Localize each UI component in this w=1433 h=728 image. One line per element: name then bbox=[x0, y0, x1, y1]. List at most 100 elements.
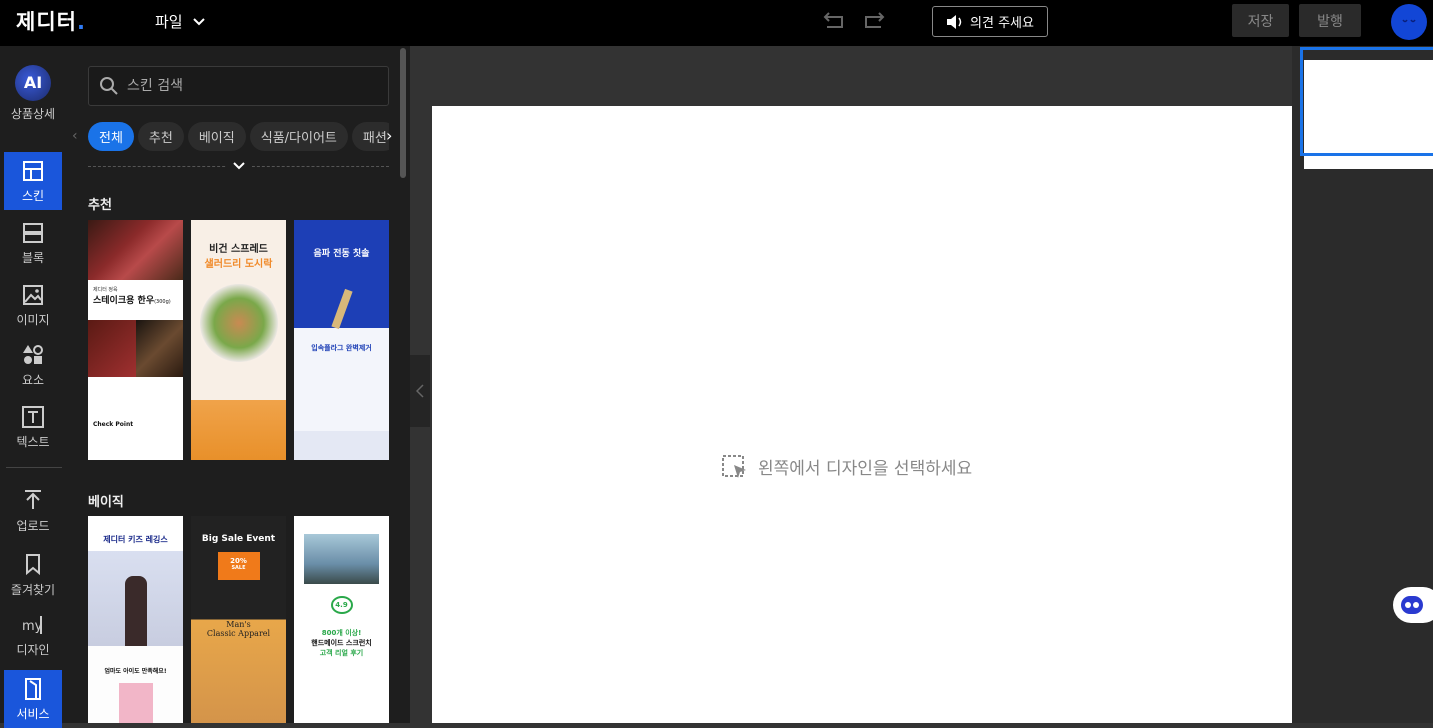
thumb-title: 제디터 키즈 레깅스 bbox=[103, 535, 168, 544]
nav-label: 텍스트 bbox=[16, 434, 50, 449]
nav-label: 블록 bbox=[21, 250, 45, 265]
empty-state-text: 왼쪽에서 디자인을 선택하세요 bbox=[758, 459, 973, 479]
leggings-image bbox=[118, 683, 153, 723]
toothbrush-image bbox=[331, 288, 353, 330]
bookmark-icon bbox=[26, 553, 40, 575]
skin-thumbnail-big-sale[interactable]: Big Sale Event 20% SALE Man's Classic Appa… bbox=[191, 516, 286, 723]
expand-categories-button[interactable] bbox=[226, 156, 252, 176]
nav-service[interactable]: 서비스 bbox=[4, 670, 62, 728]
undo-icon[interactable] bbox=[822, 12, 846, 32]
redo-icon[interactable] bbox=[862, 12, 886, 32]
ai-icon: AI bbox=[15, 64, 51, 101]
file-menu[interactable]: 파일 bbox=[155, 11, 205, 32]
image-icon bbox=[23, 284, 43, 305]
nav-upload[interactable]: 업로드 bbox=[4, 482, 62, 540]
nav-label: 서비스 bbox=[16, 706, 50, 721]
select-design-icon bbox=[722, 454, 746, 478]
nav-element[interactable]: 요소 bbox=[4, 336, 62, 394]
chevron-left-icon bbox=[416, 384, 424, 398]
save-button[interactable]: 저장 bbox=[1232, 4, 1289, 37]
rating-badge: 4.9 bbox=[330, 596, 353, 614]
page-thumbnail-selected[interactable] bbox=[1300, 47, 1433, 156]
thumb-title: 스테이크용 한우(300g) bbox=[93, 296, 171, 306]
door-icon bbox=[25, 677, 41, 700]
collapse-panel-button[interactable] bbox=[410, 355, 430, 427]
nav-label: 요소 bbox=[21, 372, 45, 387]
thumb-subtitle: 입속플라그 완벽제거 bbox=[311, 344, 372, 352]
nav-label: 스킨 bbox=[21, 188, 45, 203]
panel-scrollbar[interactable] bbox=[400, 48, 406, 178]
thumb-subtitle: 엄마도 아이도 만족해요! bbox=[104, 668, 167, 675]
nav-label: 디자인 bbox=[16, 642, 50, 657]
meat-image bbox=[88, 220, 183, 280]
skin-thumbnail-toothbrush[interactable]: 음파 전동 칫솔 입속플라그 완벽제거 bbox=[294, 220, 389, 460]
skin-thumbnail-steak[interactable]: 제디터 정육 스테이크용 한우(300g) Check Point bbox=[88, 220, 183, 460]
nav-block[interactable]: 블록 bbox=[4, 214, 62, 272]
avatar[interactable] bbox=[1391, 4, 1427, 40]
feedback-button[interactable]: 의견 주세요 bbox=[932, 6, 1048, 37]
thumb-subtitle: Man's Classic Apparel bbox=[206, 620, 271, 638]
chip-basic[interactable]: 베이직 bbox=[187, 122, 246, 151]
nav-image[interactable]: 이미지 bbox=[4, 276, 62, 334]
speaker-icon bbox=[947, 14, 962, 29]
top-bar: 제디터. 파일 의견 주세요 저장 발행 bbox=[0, 0, 1433, 46]
block-icon bbox=[23, 222, 43, 243]
thumb-footer: Check Point bbox=[93, 421, 134, 428]
skin-panel: ‹ 전체 추천 베이직 식품/다이어트 패션 › 추천 제디터 정육 스테이크용… bbox=[68, 46, 410, 723]
nav-my-design[interactable]: my 디자인 bbox=[4, 606, 62, 664]
review-line-3: 고객 리얼 후기 bbox=[319, 649, 364, 657]
skin-thumbnail-scrunchie-review[interactable]: 4.9 800개 이상! 핸드메이드 스크런치 고객 리얼 후기 bbox=[294, 516, 389, 723]
design-canvas[interactable]: 왼쪽에서 디자인을 선택하세요 bbox=[432, 106, 1292, 723]
salad-image bbox=[199, 284, 278, 362]
nav-label: 이미지 bbox=[16, 312, 50, 327]
upload-icon bbox=[25, 489, 41, 509]
chip-food-diet[interactable]: 식품/다이어트 bbox=[249, 122, 348, 151]
chevron-down-icon bbox=[233, 162, 245, 170]
empty-state: 왼쪽에서 디자인을 선택하세요 bbox=[722, 454, 972, 479]
nav-divider bbox=[6, 467, 62, 468]
nav-favorites[interactable]: 즐겨찾기 bbox=[4, 546, 62, 604]
svg-text:my: my bbox=[22, 619, 43, 634]
section-title-recommended: 추천 bbox=[88, 198, 112, 213]
search-icon bbox=[100, 77, 118, 95]
nav-skin[interactable]: 스킨 bbox=[4, 152, 62, 210]
chevron-left-icon[interactable]: ‹ bbox=[72, 128, 78, 144]
review-line-1: 800개 이상! bbox=[321, 629, 362, 637]
skin-thumbnail-kids-leggings[interactable]: 제디터 키즈 레깅스 엄마도 아이도 만족해요! bbox=[88, 516, 183, 723]
thumb-title: 비건 스프레드 bbox=[209, 244, 268, 255]
chevron-down-icon bbox=[192, 17, 205, 25]
section-title-basic: 베이직 bbox=[88, 495, 124, 510]
review-line-2: 핸드메이드 스크런치 bbox=[311, 639, 372, 647]
chip-fashion[interactable]: 패션 bbox=[351, 122, 389, 151]
category-chips: 전체 추천 베이직 식품/다이어트 패션 bbox=[88, 122, 389, 152]
meat-image bbox=[88, 320, 183, 377]
search-box[interactable] bbox=[88, 66, 389, 106]
kid-image bbox=[88, 551, 183, 646]
nav-label: 즐겨찾기 bbox=[10, 582, 56, 597]
publish-button[interactable]: 발행 bbox=[1299, 4, 1361, 37]
chevron-right-icon[interactable]: › bbox=[386, 126, 392, 145]
search-input[interactable] bbox=[127, 78, 377, 94]
shapes-icon bbox=[23, 344, 43, 364]
nav-label: 업로드 bbox=[16, 518, 50, 533]
my-design-icon: my bbox=[22, 615, 43, 634]
chatbot-button[interactable] bbox=[1393, 587, 1433, 623]
nav-text[interactable]: 텍스트 bbox=[4, 398, 62, 456]
text-icon bbox=[22, 405, 44, 428]
chip-recommended[interactable]: 추천 bbox=[137, 122, 184, 151]
layout-icon bbox=[23, 160, 43, 181]
thumb-title: Big Sale Event bbox=[201, 534, 276, 544]
app-logo[interactable]: 제디터. bbox=[16, 6, 86, 36]
nav-ai-product-detail[interactable]: AI 상품상세 bbox=[4, 58, 62, 128]
robot-icon bbox=[1401, 596, 1423, 614]
landscape-image bbox=[304, 534, 379, 584]
skin-thumbnail-salad[interactable]: 비건 스프레드 샐러드리 도시락 bbox=[191, 220, 286, 460]
file-menu-label: 파일 bbox=[155, 13, 183, 31]
thumb-brand: 제디터 정육 bbox=[93, 287, 118, 293]
left-nav: AI 상품상세 스킨 블록 이미지 요소 텍스트 업로드 즐겨찾기 my 디자인… bbox=[0, 46, 68, 728]
face-icon bbox=[1402, 19, 1416, 23]
chip-all[interactable]: 전체 bbox=[88, 122, 134, 151]
feedback-label: 의견 주세요 bbox=[970, 16, 1034, 31]
nav-label: 상품상세 bbox=[10, 106, 56, 121]
thumb-subtitle: 샐러드리 도시락 bbox=[204, 259, 273, 270]
